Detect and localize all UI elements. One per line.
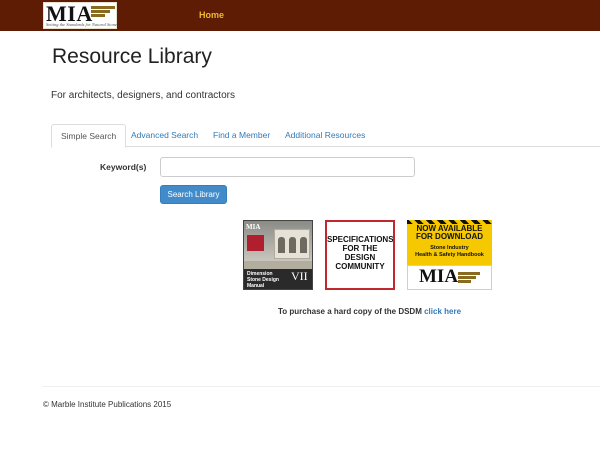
- top-navbar: MIA Setting the Standards for Natural St…: [0, 0, 600, 31]
- specifications-thumbnail[interactable]: SPECIFICATIONS FOR THE DESIGN COMMUNITY: [325, 220, 395, 290]
- purchase-note: To purchase a hard copy of the DSDM clic…: [278, 307, 461, 316]
- purchase-link[interactable]: click here: [424, 307, 461, 316]
- nav-home-link[interactable]: Home: [199, 10, 224, 20]
- dsdm-cover-logo: MIA: [246, 223, 261, 231]
- purchase-text: To purchase a hard copy of the DSDM: [278, 307, 422, 316]
- footer-copyright: © Marble Institute Publications 2015: [43, 400, 172, 409]
- tab-find-a-member[interactable]: Find a Member: [204, 124, 279, 147]
- handbook-mia-logo: MIA: [407, 265, 492, 290]
- dsdm-cover-title: Dimension Stone Design Manual: [247, 271, 279, 289]
- search-library-button[interactable]: Search Library: [160, 185, 227, 204]
- keyword-label: Keyword(s): [100, 162, 147, 172]
- mia-logo[interactable]: MIA Setting the Standards for Natural St…: [43, 1, 117, 29]
- logo-tagline: Setting the Standards for Natural Stone: [46, 22, 117, 27]
- handbook-headline: NOW AVAILABLE FOR DOWNLOAD: [415, 224, 484, 241]
- logo-stone-icon: [91, 6, 115, 20]
- keyword-input[interactable]: [160, 157, 415, 177]
- handbook-stone-icon: [458, 272, 480, 284]
- footer-divider: [43, 386, 600, 387]
- tab-simple-search[interactable]: Simple Search: [51, 124, 127, 148]
- dsdm-cover-building: [274, 229, 310, 259]
- specifications-title: SPECIFICATIONS FOR THE DESIGN COMMUNITY: [327, 235, 394, 271]
- tab-advanced-search[interactable]: Advanced Search: [122, 124, 207, 147]
- dsdm-cover-thumbnail[interactable]: MIA Dimension Stone Design Manual VII: [243, 220, 313, 290]
- safety-handbook-thumbnail[interactable]: NOW AVAILABLE FOR DOWNLOAD Stone Industr…: [407, 220, 492, 290]
- page-subtitle: For architects, designers, and contracto…: [51, 90, 235, 101]
- tab-additional-resources[interactable]: Additional Resources: [276, 124, 374, 147]
- dsdm-cover-floor: [244, 261, 312, 269]
- dsdm-cover-volume: VII: [291, 269, 308, 283]
- page-title: Resource Library: [52, 45, 212, 68]
- dsdm-cover-red-block: [247, 235, 264, 251]
- handbook-subtitle: Stone Industry Health & Safety Handbook: [415, 245, 484, 258]
